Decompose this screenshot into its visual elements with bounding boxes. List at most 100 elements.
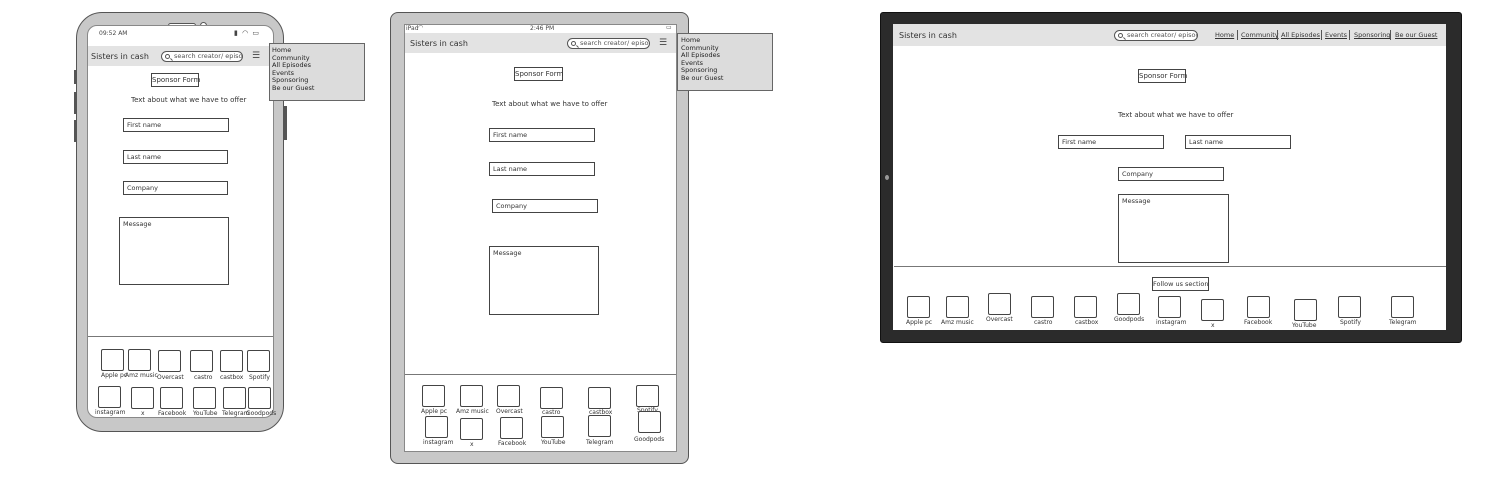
app-icon-goodpods[interactable] (248, 387, 271, 409)
app-label: Apple pc (421, 408, 448, 415)
app-icon-telegram[interactable] (588, 415, 611, 437)
wifi-icon: ◠ (418, 24, 424, 31)
tablet-search-input[interactable]: search creator/ episode (567, 38, 650, 49)
app-icon-overcast[interactable] (497, 385, 520, 407)
nav-link-sponsoring[interactable]: Sponsoring (1354, 31, 1390, 39)
app-label: castro (194, 374, 213, 381)
follow-us-section-label: Follow us section (1152, 277, 1209, 291)
app-icon-youtube[interactable] (193, 387, 216, 409)
app-icon-apple-podcasts[interactable] (101, 349, 124, 371)
app-icon-x[interactable] (131, 387, 154, 409)
nav-divider (1390, 30, 1391, 40)
app-label: castbox (220, 374, 244, 381)
app-icon-amazon-music[interactable] (460, 385, 483, 407)
nav-item-be-our-guest[interactable]: Be our Guest (272, 84, 362, 93)
app-label: Amz music (125, 372, 158, 379)
app-label: Overcast (986, 316, 1013, 323)
app-label: Amz music (456, 408, 489, 415)
desktop-company-field[interactable]: Company (1118, 167, 1224, 181)
app-icon-telegram[interactable] (223, 387, 246, 409)
app-label: x (141, 410, 145, 417)
tablet-message-field[interactable]: Message (489, 246, 599, 315)
app-icon-goodpods[interactable] (1117, 293, 1140, 315)
nav-link-home[interactable]: Home (1215, 31, 1234, 39)
app-label: castro (542, 409, 561, 416)
app-icon-castbox[interactable] (1074, 296, 1097, 318)
tablet-intro-text: Text about what we have to offer (492, 100, 608, 108)
tablet-sponsor-form-heading: Sponsor Form (514, 67, 563, 81)
app-icon-x[interactable] (1201, 299, 1224, 321)
app-label: Goodpods (634, 436, 665, 443)
app-label: instagram (1156, 319, 1187, 326)
desktop-footer-divider (894, 266, 1446, 267)
app-icon-instagram[interactable] (1158, 296, 1181, 318)
app-label: Telegram (586, 439, 614, 446)
app-icon-youtube[interactable] (541, 416, 564, 438)
phone-message-field[interactable]: Message (119, 217, 229, 285)
app-icon-castro[interactable] (190, 350, 213, 372)
phone-first-name-field[interactable]: First name (123, 118, 229, 132)
search-icon (165, 53, 170, 59)
tablet-last-name-field[interactable]: Last name (489, 162, 595, 176)
app-icon-spotify[interactable] (1338, 296, 1361, 318)
app-icon-castro[interactable] (1031, 296, 1054, 318)
app-label: instagram (423, 439, 454, 446)
app-icon-amazon-music[interactable] (946, 296, 969, 318)
app-icon-youtube[interactable] (1294, 299, 1317, 321)
app-label: Apple pc (906, 319, 933, 326)
tablet-app-title: Sisters in cash (410, 39, 468, 48)
app-label: Facebook (158, 410, 187, 417)
nav-link-be-our-guest[interactable]: Be our Guest (1395, 31, 1437, 39)
app-icon-x[interactable] (460, 418, 483, 440)
phone-company-field[interactable]: Company (123, 181, 228, 195)
app-label: x (470, 441, 474, 448)
app-label: x (1211, 322, 1215, 329)
app-icon-goodpods[interactable] (638, 411, 661, 433)
phone-search-input[interactable]: search creator/ episode (161, 51, 243, 62)
tablet-first-name-field[interactable]: First name (489, 128, 595, 142)
app-icon-instagram[interactable] (98, 386, 121, 408)
app-label: castro (1034, 319, 1053, 326)
app-icon-spotify[interactable] (636, 385, 659, 407)
search-icon (571, 40, 576, 46)
nav-divider (1321, 30, 1322, 40)
app-icon-overcast[interactable] (158, 350, 181, 372)
app-label: castbox (1075, 319, 1099, 326)
tablet-status-device: iPad (406, 25, 419, 32)
app-icon-castbox[interactable] (220, 350, 243, 372)
tablet-company-field[interactable]: Company (492, 199, 598, 213)
app-icon-facebook[interactable] (500, 417, 523, 439)
app-icon-amazon-music[interactable] (128, 349, 151, 371)
phone-sponsor-form-heading: Sponsor Form (151, 73, 200, 87)
hamburger-menu-icon[interactable]: ☰ (252, 52, 260, 61)
app-icon-apple-podcasts[interactable] (422, 385, 445, 407)
app-icon-spotify[interactable] (247, 350, 270, 372)
desktop-sponsor-form-heading: Sponsor Form (1138, 69, 1187, 83)
phone-side-button (74, 120, 77, 142)
nav-link-events[interactable]: Events (1325, 31, 1347, 39)
nav-divider (1349, 30, 1350, 40)
nav-link-community[interactable]: Community (1241, 31, 1279, 39)
app-label: Overcast (496, 408, 523, 415)
desktop-message-field[interactable]: Message (1118, 194, 1229, 263)
desktop-first-name-field[interactable]: First name (1058, 135, 1164, 149)
app-icon-overcast[interactable] (988, 293, 1011, 315)
nav-item-be-our-guest[interactable]: Be our Guest (681, 74, 769, 83)
desktop-last-name-field[interactable]: Last name (1185, 135, 1291, 149)
nav-divider (1237, 30, 1238, 40)
app-icon-telegram[interactable] (1391, 296, 1414, 318)
app-label: Goodpods (1114, 316, 1145, 323)
app-icon-castbox[interactable] (588, 387, 611, 409)
desktop-search-input[interactable]: search creator/ episode (1114, 30, 1198, 41)
app-icon-castro[interactable] (540, 387, 563, 409)
app-icon-facebook[interactable] (1247, 296, 1270, 318)
app-label: instagram (95, 409, 126, 416)
app-label: Facebook (498, 440, 527, 447)
hamburger-menu-icon[interactable]: ☰ (659, 39, 667, 48)
tablet-footer-divider (405, 374, 676, 375)
app-icon-apple-podcasts[interactable] (907, 296, 930, 318)
app-icon-instagram[interactable] (425, 416, 448, 438)
phone-last-name-field[interactable]: Last name (123, 150, 228, 164)
app-icon-facebook[interactable] (160, 387, 183, 409)
nav-link-all-episodes[interactable]: All Episodes (1281, 31, 1320, 39)
